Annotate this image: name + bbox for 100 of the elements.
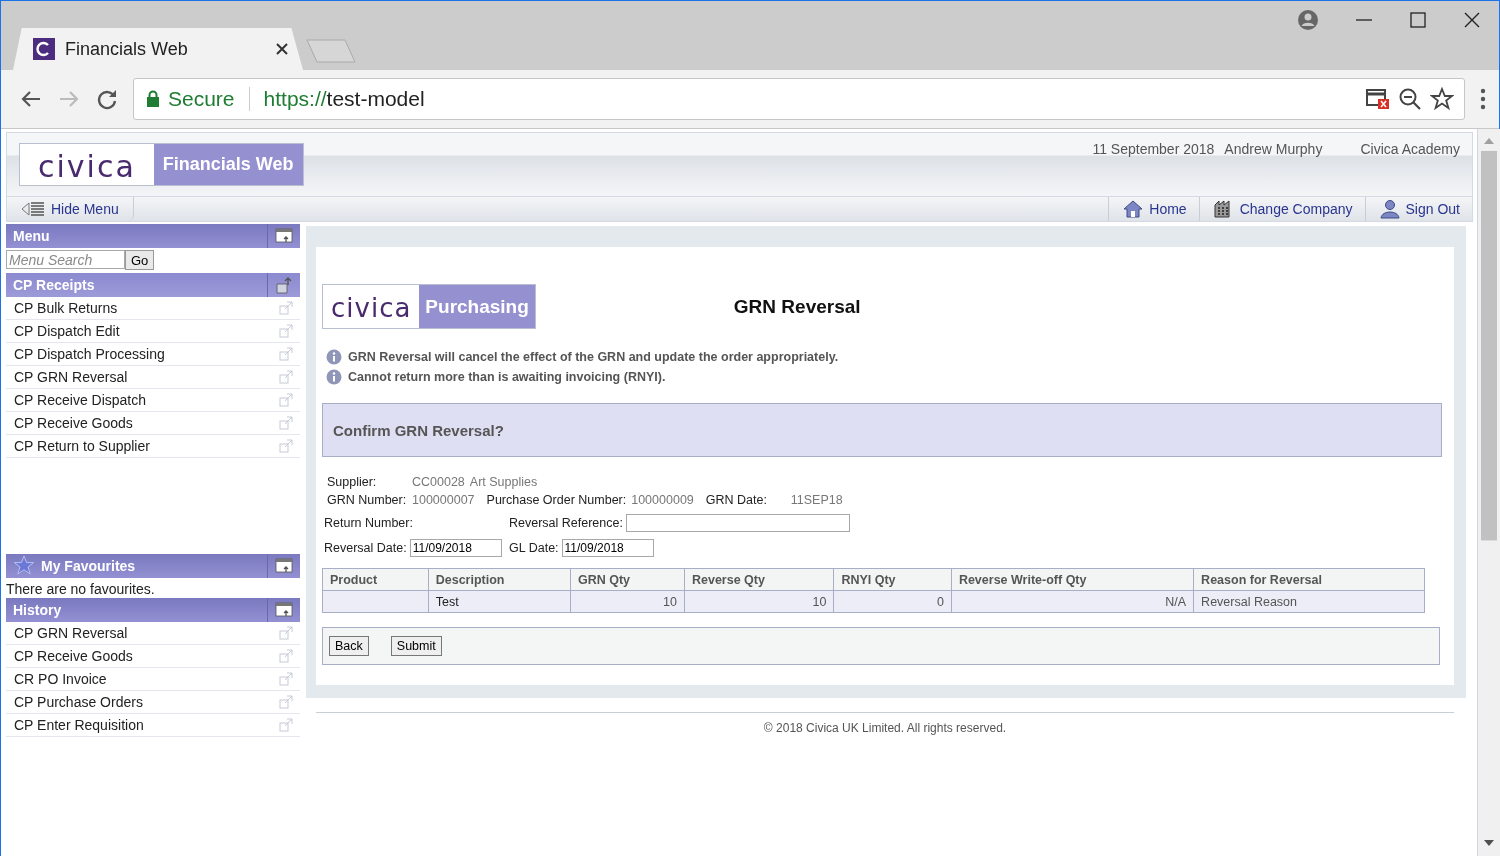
external-link-icon (279, 672, 293, 686)
star-icon[interactable] (1430, 87, 1454, 111)
user-name: Andrew Murphy (1224, 141, 1323, 159)
text-field[interactable]: 11/09/2018 (561, 539, 654, 557)
house-icon (1123, 199, 1144, 219)
browser-tab[interactable]: Financials Web (13, 28, 303, 70)
menu-item-label: CP Receive Dispatch (14, 392, 147, 408)
field-value: Art Supplies (469, 475, 538, 489)
info-message: Cannot return more than is awaiting invoicing (RNYI). (348, 370, 666, 384)
blocked-popup-icon[interactable] (1366, 88, 1390, 110)
menu-item-label: CP Purchase Orders (14, 694, 143, 710)
external-link-icon (279, 416, 293, 430)
menu-item-label: CR PO Invoice (14, 671, 107, 687)
go-button[interactable]: Go (125, 250, 155, 270)
menu-item[interactable]: CP Dispatch Processing (6, 343, 300, 366)
text-field[interactable]: 11/09/2018 (409, 539, 502, 557)
footer-text: © 2018 Civica UK Limited. All rights reserved. (316, 712, 1454, 735)
external-link-icon (279, 695, 293, 709)
column-header: RNYI Qty (833, 568, 952, 591)
external-link-icon (279, 347, 293, 361)
field-value: 100000009 (631, 493, 694, 507)
field-value: 100000007 (412, 493, 475, 507)
external-link-icon (279, 718, 293, 732)
menu-item[interactable]: CP Receive Dispatch (6, 389, 300, 412)
menu-item[interactable]: CR PO Invoice (6, 668, 300, 691)
close-icon[interactable] (1463, 11, 1481, 29)
nav-link[interactable]: Home (1108, 197, 1199, 221)
panel-title: History (13, 602, 62, 618)
menu-search-field[interactable]: Menu Search (6, 250, 125, 269)
external-link-icon (279, 301, 293, 315)
field-label: GRN Date: (705, 493, 768, 507)
menu-item-label: CP Dispatch Edit (14, 323, 120, 339)
field-value: 11SEP18 (790, 493, 843, 507)
menu-item-label: CP Enter Requisition (14, 717, 144, 733)
menu-item-label: CP GRN Reversal (14, 625, 128, 641)
field-label: GL Date: (509, 541, 559, 555)
column-header: Reverse Write-off Qty (951, 568, 1194, 591)
page-title: GRN Reversal (733, 295, 861, 318)
menu-item[interactable]: CP Dispatch Edit (6, 320, 300, 343)
field-label: Reversal Reference: (509, 516, 623, 530)
lock-icon (146, 90, 160, 108)
nav-link[interactable]: Change Company (1198, 197, 1365, 221)
info-message: GRN Reversal will cancel the effect of the GRN and update the order appropriately. (348, 350, 839, 364)
panel-window-icon[interactable] (274, 600, 294, 620)
external-link-icon (279, 324, 293, 338)
external-link-icon (279, 649, 293, 663)
menu-item-label: CP Bulk Returns (14, 300, 118, 316)
menu-item[interactable]: CP Receive Goods (6, 412, 300, 435)
info-icon (326, 349, 342, 365)
action-button[interactable]: Submit (390, 636, 442, 656)
field-label: Purchase Order Number: (486, 493, 627, 507)
field-label: Reversal Date: (324, 541, 407, 555)
text-field[interactable] (625, 514, 850, 532)
address-bar[interactable]: Secure https://test-model (133, 78, 1465, 120)
menu-item[interactable]: CP Bulk Returns (6, 297, 300, 320)
menu-item[interactable]: CP Enter Requisition (6, 714, 300, 737)
empty-message: There are no favourites. (6, 580, 156, 598)
confirm-banner: Confirm GRN Reversal? (322, 403, 1442, 457)
zoom-out-icon[interactable] (1398, 87, 1422, 111)
menu-item[interactable]: CP Return to Supplier (6, 435, 300, 458)
table-cell: 10 (684, 590, 834, 613)
menu-item-label: CP Dispatch Processing (14, 346, 165, 362)
profile-icon[interactable] (1297, 9, 1319, 31)
brand-logo-text: civica (37, 148, 137, 185)
panel-title: Menu (13, 228, 50, 244)
table-cell: N/A (951, 590, 1194, 613)
maximize-icon[interactable] (1409, 11, 1427, 29)
table-cell: Reversal Reason (1193, 590, 1425, 613)
menu-item[interactable]: CP Receive Goods (6, 645, 300, 668)
star-icon (13, 555, 35, 577)
nav-link[interactable]: Sign Out (1364, 197, 1472, 221)
menu-item-label: CP Receive Goods (14, 415, 133, 431)
menu-item[interactable]: CP GRN Reversal (6, 622, 300, 645)
menu-collapse-icon (21, 201, 45, 217)
column-header: GRN Qty (570, 568, 685, 591)
menu-item[interactable]: CP Purchase Orders (6, 691, 300, 714)
date-text: 11 September 2018 (1092, 141, 1215, 159)
external-link-icon (279, 393, 293, 407)
external-link-icon (279, 370, 293, 384)
action-button[interactable]: Back (329, 636, 369, 656)
more-menu-icon[interactable] (1479, 87, 1487, 111)
panel-title: My Favourites (41, 558, 136, 574)
close-icon[interactable] (275, 42, 289, 56)
product-name: Financials Web (153, 144, 303, 185)
field-label: Supplier: (327, 475, 378, 489)
menu-item[interactable]: CP GRN Reversal (6, 366, 300, 389)
tab-title: Financials Web (65, 38, 189, 60)
panel-window-icon[interactable] (274, 556, 294, 576)
menu-item-label: CP Return to Supplier (14, 438, 150, 454)
secure-label: Secure (168, 87, 235, 111)
panel-title: CP Receipts (13, 277, 95, 293)
column-header: Reason for Reversal (1193, 568, 1425, 591)
hide-menu-button[interactable]: Hide Menu (7, 197, 134, 221)
brand-logo-text: civica (330, 292, 413, 325)
column-header: Product (322, 568, 429, 591)
table-cell: Test (428, 590, 571, 613)
menu-item-label: CP GRN Reversal (14, 369, 128, 385)
field-value: CC00028 (412, 475, 465, 489)
panel-window-icon[interactable] (274, 226, 294, 246)
folder-up-icon[interactable] (274, 275, 294, 295)
